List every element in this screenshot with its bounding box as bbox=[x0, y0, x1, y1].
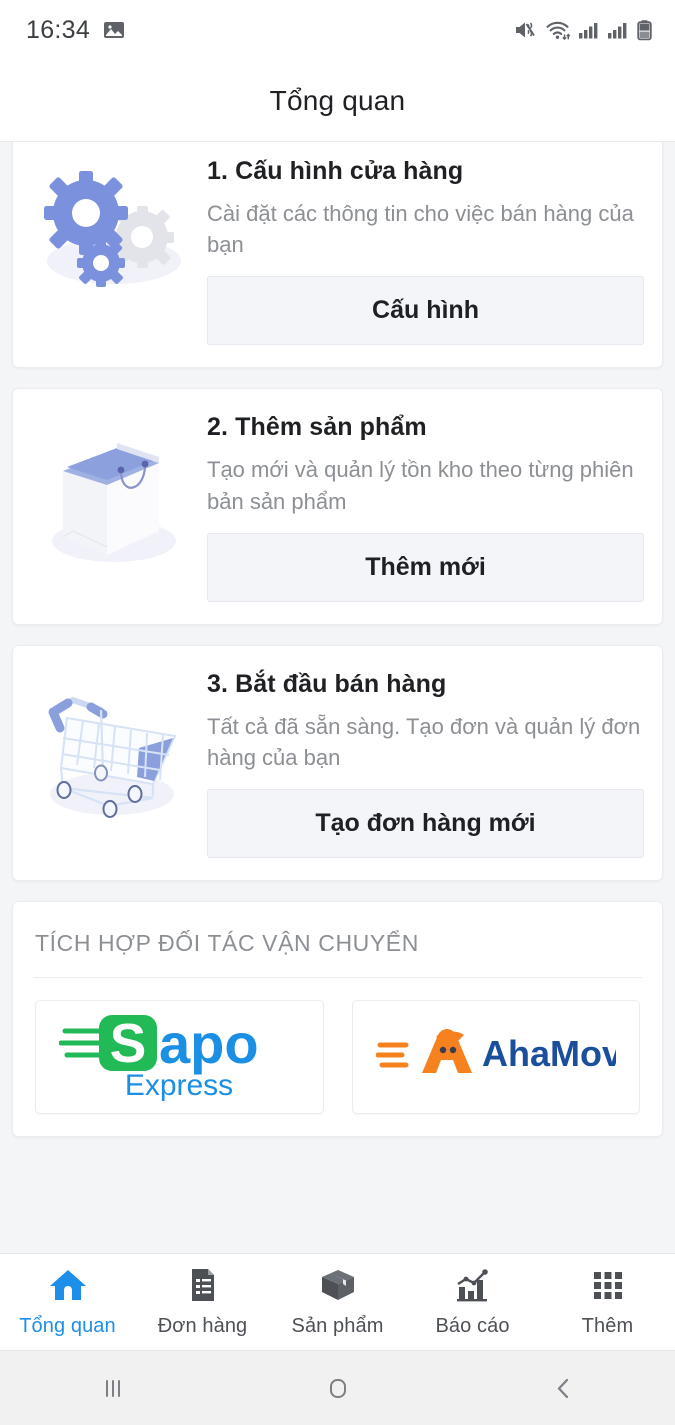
order-document-icon bbox=[185, 1267, 221, 1308]
shopping-cart-illustration bbox=[21, 668, 207, 826]
sapo-express-logo: S apo Express bbox=[58, 1009, 299, 1106]
nav-item-products[interactable]: Sản phẩm bbox=[270, 1254, 405, 1350]
content-scroll-area[interactable]: 1. Cấu hình cửa hàng Cài đặt các thông t… bbox=[0, 142, 675, 1253]
status-bar-right bbox=[513, 18, 653, 42]
step-description: Cài đặt các thông tin cho việc bán hàng … bbox=[207, 201, 634, 258]
shipping-partners-card: TÍCH HỢP ĐỐI TÁC VẬN CHUYỂN S apo Expres… bbox=[12, 901, 663, 1138]
svg-text:AhaMove: AhaMove bbox=[482, 1033, 616, 1074]
nav-item-orders[interactable]: Đơn hàng bbox=[135, 1254, 270, 1350]
create-order-button[interactable]: Tạo đơn hàng mới bbox=[207, 789, 644, 859]
nav-label: Thêm bbox=[581, 1314, 634, 1337]
configure-button[interactable]: Cấu hình bbox=[207, 276, 644, 346]
home-circle-icon[interactable] bbox=[225, 1373, 450, 1403]
status-bar-left: 16:34 bbox=[26, 16, 126, 45]
step-description: Tất cả đã sẵn sàng. Tạo đơn và quản lý đ… bbox=[207, 713, 641, 771]
ahamove-logo: AhaMove bbox=[375, 1025, 642, 1090]
shipping-partners-grid: S apo Express AhaMov bbox=[13, 978, 662, 1118]
phone-screen: 16:34 Tổng quan 1. Cấu hình cửa hàng Cài… bbox=[0, 0, 675, 1425]
add-product-button[interactable]: Thêm mới bbox=[207, 532, 644, 602]
step-card-add-product[interactable]: 2. Thêm sản phẩm Tạo mới và quản lý tồn … bbox=[12, 388, 663, 625]
nav-item-overview[interactable]: Tổng quan bbox=[0, 1254, 135, 1350]
page-title: Tổng quan bbox=[269, 84, 406, 116]
signal-bars-1-icon bbox=[578, 18, 600, 42]
box-icon bbox=[319, 1267, 357, 1308]
nav-label: Đơn hàng bbox=[157, 1314, 248, 1337]
app-header: Tổng quan bbox=[0, 60, 675, 142]
status-clock: 16:34 bbox=[26, 15, 91, 44]
svg-text:apo: apo bbox=[159, 1012, 259, 1075]
gears-illustration bbox=[21, 155, 207, 293]
partner-tile-sapo-express[interactable]: S apo Express bbox=[35, 1000, 324, 1115]
step-title: 2. Thêm sản phẩm bbox=[207, 413, 427, 442]
partner-tile-ahamove[interactable]: AhaMove bbox=[351, 1000, 642, 1115]
step-card-body: 1. Cấu hình cửa hàng Cài đặt các thông t… bbox=[207, 155, 644, 346]
signal-bars-2-icon bbox=[607, 18, 629, 42]
battery-icon bbox=[636, 18, 653, 42]
home-icon bbox=[48, 1267, 88, 1308]
step-title: 1. Cấu hình cửa hàng bbox=[207, 157, 464, 185]
step-description: Tạo mới và quản lý tồn kho theo từng phi… bbox=[207, 457, 634, 514]
image-icon bbox=[102, 18, 126, 42]
nav-item-more[interactable]: Thêm bbox=[540, 1254, 675, 1350]
step-title: 3. Bắt đầu bán hàng bbox=[207, 669, 447, 698]
nav-item-reports[interactable]: Báo cáo bbox=[405, 1254, 540, 1350]
step-card-body: 2. Thêm sản phẩm Tạo mới và quản lý tồn … bbox=[207, 411, 644, 602]
shipping-partners-title: TÍCH HỢP ĐỐI TÁC VẬN CHUYỂN bbox=[35, 930, 419, 957]
nav-label: Tổng quan bbox=[19, 1314, 116, 1337]
svg-text:S: S bbox=[110, 1012, 147, 1074]
nav-label: Sản phẩm bbox=[291, 1314, 384, 1337]
step-card-start-selling[interactable]: 3. Bắt đầu bán hàng Tất cả đã sẵn sàng. … bbox=[12, 644, 663, 882]
back-chevron-icon[interactable] bbox=[450, 1373, 675, 1403]
mute-vibrate-icon bbox=[513, 18, 538, 42]
bottom-navigation: Tổng quan Đơn hàng Sản phẩm Báo cáo Thêm bbox=[0, 1253, 675, 1351]
grid-more-icon bbox=[590, 1267, 626, 1308]
recents-icon[interactable] bbox=[0, 1373, 225, 1403]
bar-chart-icon bbox=[454, 1267, 492, 1308]
step-card-store-config[interactable]: 1. Cấu hình cửa hàng Cài đặt các thông t… bbox=[12, 142, 663, 369]
svg-text:Express: Express bbox=[125, 1069, 233, 1101]
step-card-body: 3. Bắt đầu bán hàng Tất cả đã sẵn sàng. … bbox=[207, 668, 644, 859]
shopping-bag-illustration bbox=[21, 411, 207, 569]
android-system-nav bbox=[0, 1351, 675, 1425]
wifi-icon bbox=[545, 18, 571, 42]
nav-label: Báo cáo bbox=[435, 1314, 510, 1337]
status-bar: 16:34 bbox=[0, 0, 675, 60]
